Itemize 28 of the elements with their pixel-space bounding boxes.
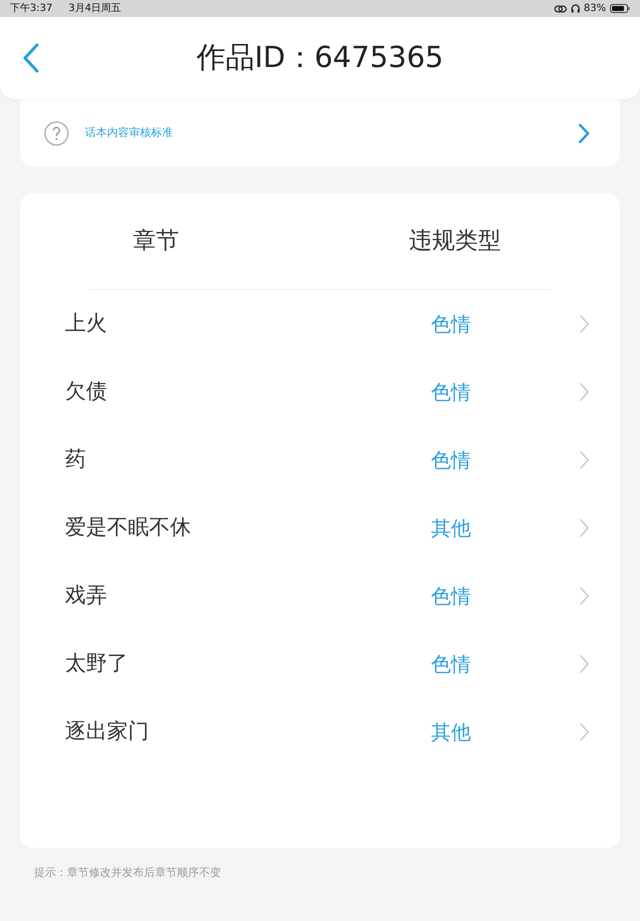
hint-text: 提示：章节修改并发布后章节顺序不变	[33, 865, 222, 881]
chevron-right-icon	[579, 586, 590, 606]
help-icon	[44, 120, 69, 146]
table-row[interactable]: 爱是不眠不休 其他	[20, 494, 620, 562]
chevron-right-icon	[579, 722, 590, 742]
status-date: 3月4日周五	[68, 2, 122, 16]
table-row[interactable]: 欠债 色情	[20, 358, 620, 426]
table-row[interactable]: 太野了 色情	[20, 630, 620, 698]
back-icon	[22, 43, 40, 73]
headphones-icon	[570, 4, 580, 13]
table-row[interactable]: 药 色情	[20, 426, 620, 494]
page-title: 作品ID：6475365	[196, 39, 444, 76]
chevron-right-icon	[579, 314, 590, 334]
column-header: 章节	[132, 226, 180, 256]
chevron-right-icon	[579, 450, 590, 470]
battery-icon	[610, 4, 630, 13]
link-icon	[554, 4, 567, 12]
status-time: 下午3:37	[10, 2, 52, 16]
back-button[interactable]	[22, 43, 40, 73]
battery-percent: 83%	[584, 2, 606, 16]
chevron-right-icon	[579, 518, 590, 538]
table-row[interactable]: 上火 色情	[20, 290, 620, 358]
chevron-right-icon	[578, 122, 590, 144]
table-row[interactable]: 戏弄 色情	[20, 562, 620, 630]
chevron-right-icon	[579, 654, 590, 674]
column-header: 违规类型	[408, 226, 502, 256]
table-row[interactable]: 逐出家门 其他	[20, 698, 620, 766]
chevron-right-icon	[579, 382, 590, 402]
